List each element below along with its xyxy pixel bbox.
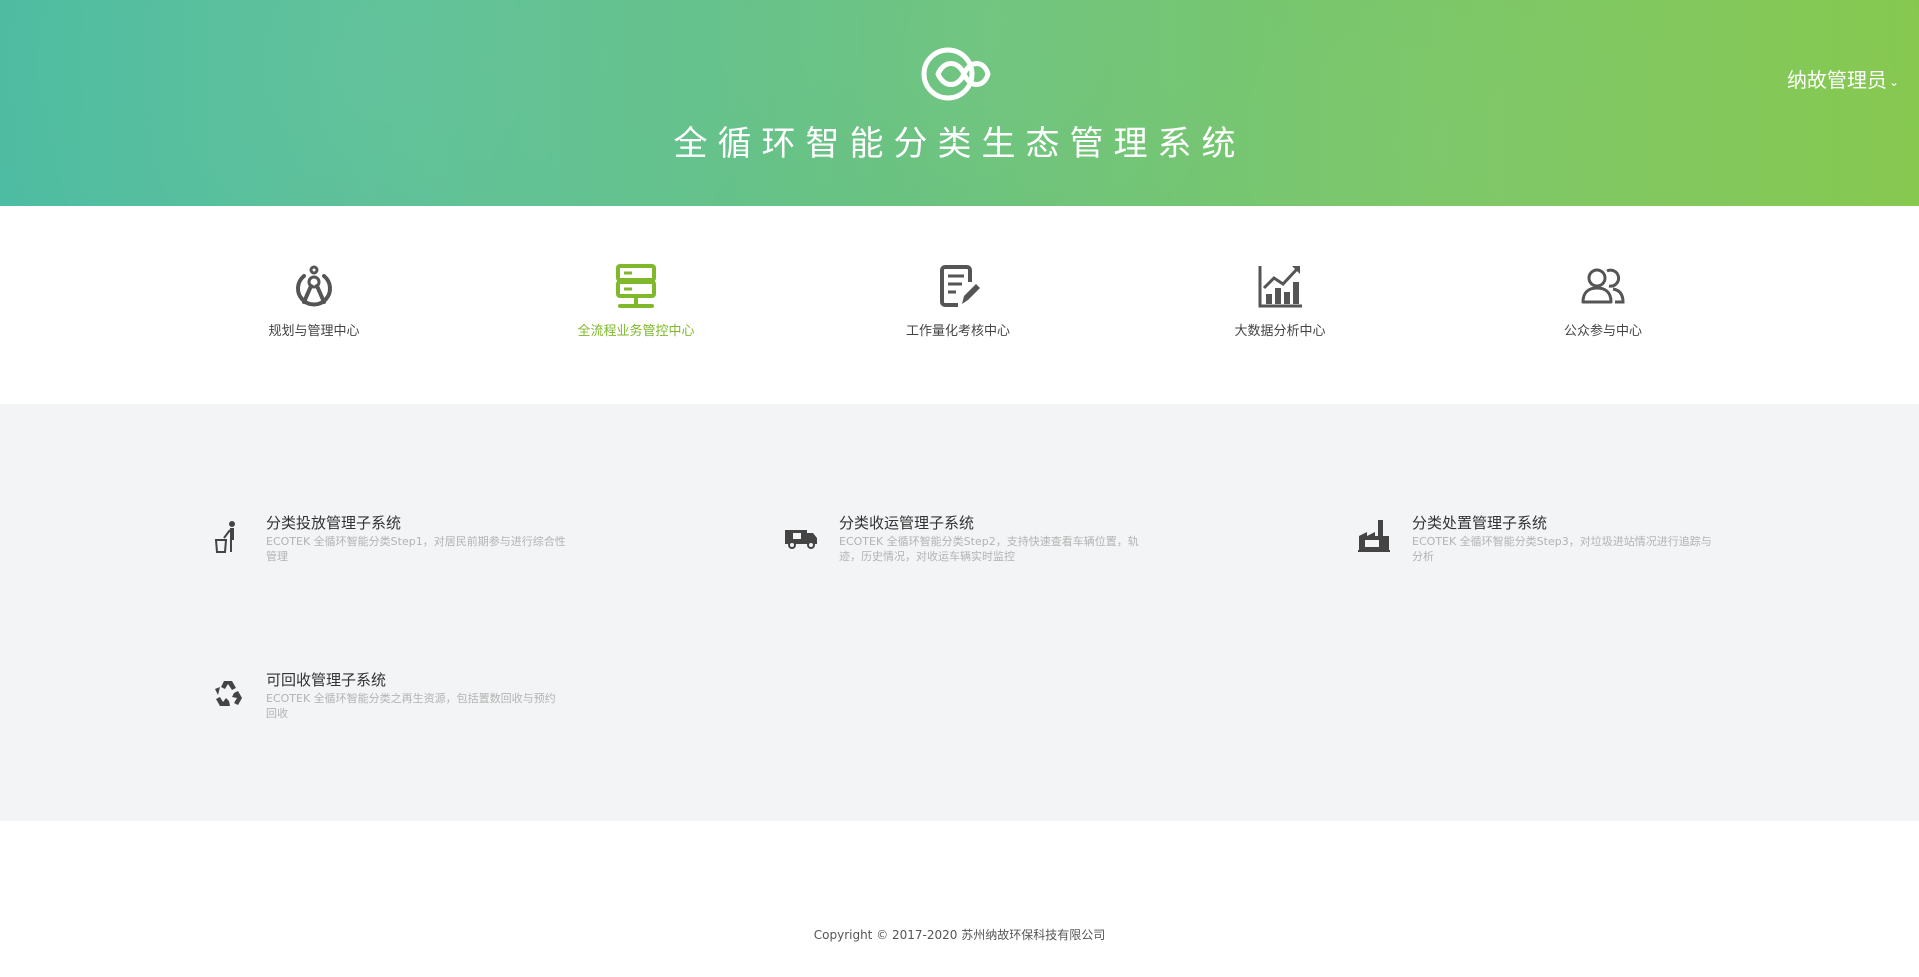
subsystem-card-collection-transport[interactable]: 分类收运管理子系统 ECOTEK 全循环智能分类Step2，支持快速查看车辆位置… [783, 512, 1163, 572]
factory-plant-icon [1358, 520, 1390, 552]
server-monitor-icon [616, 264, 656, 308]
subsystem-card-sorting-delivery[interactable]: 分类投放管理子系统 ECOTEK 全循环智能分类Step1，对居民前期参与进行综… [210, 512, 590, 572]
subsystem-description: ECOTEK 全循环智能分类之再生资源，包括置数回收与预约回收 [266, 692, 556, 720]
nav-item-planning-center[interactable]: 规划与管理中心 [214, 262, 414, 339]
subsystem-card-recycling[interactable]: 可回收管理子系统 ECOTEK 全循环智能分类之再生资源，包括置数回收与预约回收 [210, 669, 590, 729]
person-trash-bin-icon [214, 521, 235, 553]
nav-item-workload-assessment-center[interactable]: 工作量化考核中心 [858, 262, 1058, 339]
subsystem-description: ECOTEK 全循环智能分类Step3，对垃圾进站情况进行追踪与分析 [1412, 535, 1712, 563]
subsystem-title: 分类投放管理子系统 [266, 514, 402, 532]
infinity-loop-logo-icon [921, 47, 991, 101]
subsystem-title: 可回收管理子系统 [266, 671, 387, 689]
subsystem-title: 分类收运管理子系统 [839, 514, 975, 532]
nav-item-label: 大数据分析中心 [1234, 324, 1326, 339]
subsystem-title: 分类处置管理子系统 [1412, 514, 1548, 532]
nav-item-business-control-center[interactable]: 全流程业务管控中心 [536, 262, 736, 339]
center-nav: 规划与管理中心 全流程业务管控中心 工作量化考核中心 大数据分析中心 公众参与中… [0, 206, 1919, 404]
footer-copyright: Copyright © 2017-2020 苏州纳故环保科技有限公司 [813, 928, 1106, 942]
chevron-down-icon: ⌄ [1888, 74, 1899, 89]
recycle-icon [215, 681, 242, 706]
nav-item-label: 工作量化考核中心 [905, 324, 1010, 339]
user-name: 纳故管理员 [1786, 68, 1887, 92]
users-group-icon [1581, 268, 1625, 304]
subsystem-card-disposal[interactable]: 分类处置管理子系统 ECOTEK 全循环智能分类Step3，对垃圾进站情况进行追… [1356, 512, 1736, 572]
user-menu-dropdown[interactable]: 纳故管理员 ⌄ [1787, 64, 1899, 93]
compass-planning-icon [296, 265, 332, 307]
nav-item-big-data-center[interactable]: 大数据分析中心 [1180, 262, 1380, 339]
bar-chart-growth-icon [1258, 266, 1302, 308]
header-banner: 全循环智能分类生态管理系统 纳故管理员 ⌄ [0, 0, 1919, 206]
subsystem-description: ECOTEK 全循环智能分类Step1，对居民前期参与进行综合性管理 [266, 535, 566, 563]
document-edit-icon [940, 265, 980, 307]
garbage-truck-icon [785, 530, 817, 549]
nav-item-public-participation-center[interactable]: 公众参与中心 [1503, 262, 1703, 339]
subsystem-description: ECOTEK 全循环智能分类Step2，支持快速查看车辆位置，轨迹，历史情况，对… [839, 535, 1139, 563]
app-title: 全循环智能分类生态管理系统 [673, 124, 1246, 164]
nav-item-label: 公众参与中心 [1563, 324, 1642, 339]
nav-item-label: 全流程业务管控中心 [577, 324, 695, 339]
subsystem-panel: 分类投放管理子系统 ECOTEK 全循环智能分类Step1，对居民前期参与进行综… [0, 404, 1919, 821]
nav-item-label: 规划与管理中心 [268, 324, 360, 339]
